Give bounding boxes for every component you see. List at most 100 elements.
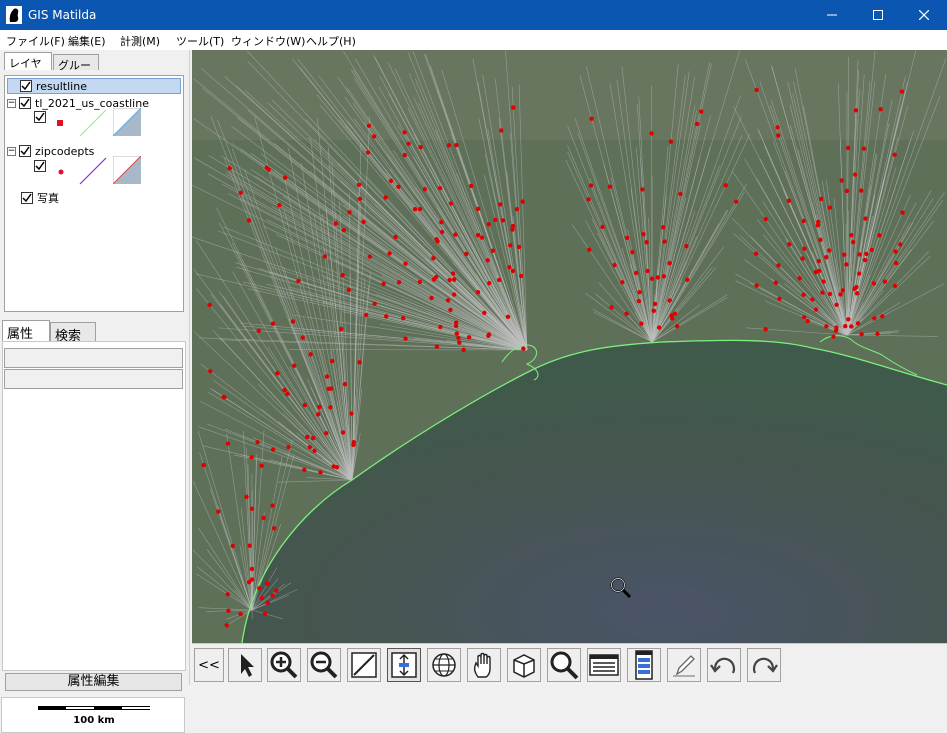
zoom-in-button[interactable] — [267, 648, 301, 682]
title-bar: GIS Matilda — [0, 0, 947, 30]
zipcode-point — [657, 325, 661, 329]
zipcode-point — [634, 271, 638, 275]
zipcode-point — [846, 317, 850, 321]
zipcode-point — [839, 178, 843, 182]
layer-visibility-checkbox[interactable] — [19, 97, 31, 109]
zipcode-point — [838, 292, 842, 296]
collapse-toggle-icon[interactable]: − — [7, 147, 16, 156]
zipcode-point — [364, 313, 368, 317]
menu-tools[interactable]: ツール(T) — [176, 33, 224, 49]
zipcode-point — [511, 269, 515, 273]
point-style-icon[interactable] — [57, 120, 65, 128]
tab-layers[interactable]: レイヤー — [4, 52, 52, 70]
zipcode-point — [787, 199, 791, 203]
zipcode-point — [863, 216, 867, 220]
zipcode-point — [859, 188, 863, 192]
layer-item-photos[interactable]: 写真 — [7, 190, 59, 206]
style-visibility-checkbox[interactable] — [34, 160, 46, 172]
zipcode-point — [776, 263, 780, 267]
zipcode-point — [381, 282, 385, 286]
globe-button[interactable] — [427, 648, 461, 682]
checkmark-icon — [35, 112, 45, 122]
minimize-button[interactable] — [809, 0, 855, 30]
close-button[interactable] — [901, 0, 947, 30]
zipcode-point — [893, 284, 897, 288]
zipcode-point — [820, 290, 824, 294]
collapse-panel-button[interactable]: << — [194, 648, 224, 682]
polygon-style-icon[interactable] — [113, 156, 141, 184]
zipcode-point — [854, 108, 858, 112]
menu-file[interactable]: ファイル(F) — [6, 33, 65, 49]
zipcode-point — [776, 133, 780, 137]
tab-groups[interactable]: グループ — [53, 54, 99, 70]
line-style-icon[interactable] — [78, 156, 108, 186]
vertical-measure-button[interactable] — [387, 648, 421, 682]
attribute-field-1[interactable] — [4, 348, 183, 368]
zipcode-point — [308, 445, 312, 449]
zipcode-point — [754, 283, 758, 287]
zipcode-point — [207, 303, 211, 307]
zipcode-point — [318, 470, 322, 474]
attribute-edit-button[interactable]: 属性編集 — [5, 673, 182, 691]
globe-icon — [430, 651, 458, 679]
tab-search[interactable]: 検索 — [50, 322, 96, 341]
maximize-button[interactable] — [855, 0, 901, 30]
zipcode-point — [263, 612, 267, 616]
3d-view-button[interactable] — [507, 648, 541, 682]
zipcode-point — [342, 228, 346, 232]
select-tool-button[interactable] — [228, 648, 262, 682]
menu-window[interactable]: ウィンドウ(W) — [231, 33, 305, 49]
zipcode-point — [843, 324, 847, 328]
point-style-icon[interactable] — [58, 169, 66, 177]
zipcode-point — [435, 344, 439, 348]
zipcode-point — [231, 544, 235, 548]
checkmark-icon — [22, 193, 32, 203]
line-style-icon[interactable] — [78, 108, 108, 138]
collapse-toggle-icon[interactable]: − — [7, 99, 16, 108]
polygon-style-icon[interactable] — [113, 108, 141, 136]
search-magnifier-icon — [549, 650, 579, 680]
zipcode-point — [851, 240, 855, 244]
search-button[interactable] — [547, 648, 581, 682]
zipcode-point — [650, 276, 654, 280]
layer-visibility-checkbox[interactable] — [21, 192, 33, 204]
layer-item-resultline[interactable]: resultline — [7, 78, 181, 94]
zipcode-point — [438, 186, 442, 190]
layer-panel-button[interactable] — [627, 648, 661, 682]
menu-help[interactable]: ヘルプ(H) — [306, 33, 356, 49]
zipcode-point — [827, 248, 831, 252]
zipcode-point — [852, 287, 856, 291]
zipcode-point — [639, 321, 643, 325]
zipcode-point — [413, 207, 417, 211]
zipcode-point — [402, 130, 406, 134]
zipcode-point — [763, 327, 767, 331]
map-canvas[interactable] — [192, 50, 947, 643]
zipcode-point — [486, 258, 490, 262]
zipcode-point — [431, 256, 435, 260]
zipcode-point — [226, 441, 230, 445]
zipcode-point — [247, 580, 251, 584]
menu-edit[interactable]: 編集(E) — [68, 33, 106, 49]
attribute-field-2[interactable] — [4, 369, 183, 389]
pan-button[interactable] — [467, 648, 501, 682]
tab-attributes[interactable]: 属性 — [2, 320, 50, 341]
edit-button[interactable] — [667, 648, 701, 682]
attribute-table-button[interactable] — [587, 648, 621, 682]
zipcode-point — [396, 185, 400, 189]
zipcode-point — [435, 239, 439, 243]
zipcode-point — [271, 447, 275, 451]
layer-visibility-checkbox[interactable] — [19, 145, 31, 157]
redo-button[interactable] — [747, 648, 781, 682]
undo-button[interactable] — [707, 648, 741, 682]
menu-measure[interactable]: 計測(M) — [120, 33, 160, 49]
zoom-out-button[interactable] — [307, 648, 341, 682]
zipcode-point — [202, 463, 206, 467]
zipcode-point — [515, 207, 519, 211]
layer-name: resultline — [36, 80, 87, 93]
style-visibility-checkbox[interactable] — [34, 111, 46, 123]
zipcode-point — [238, 191, 242, 195]
line-measure-button[interactable] — [347, 648, 381, 682]
layer-visibility-checkbox[interactable] — [20, 80, 32, 92]
zipcode-point — [328, 405, 332, 409]
map-view[interactable] — [192, 50, 947, 643]
